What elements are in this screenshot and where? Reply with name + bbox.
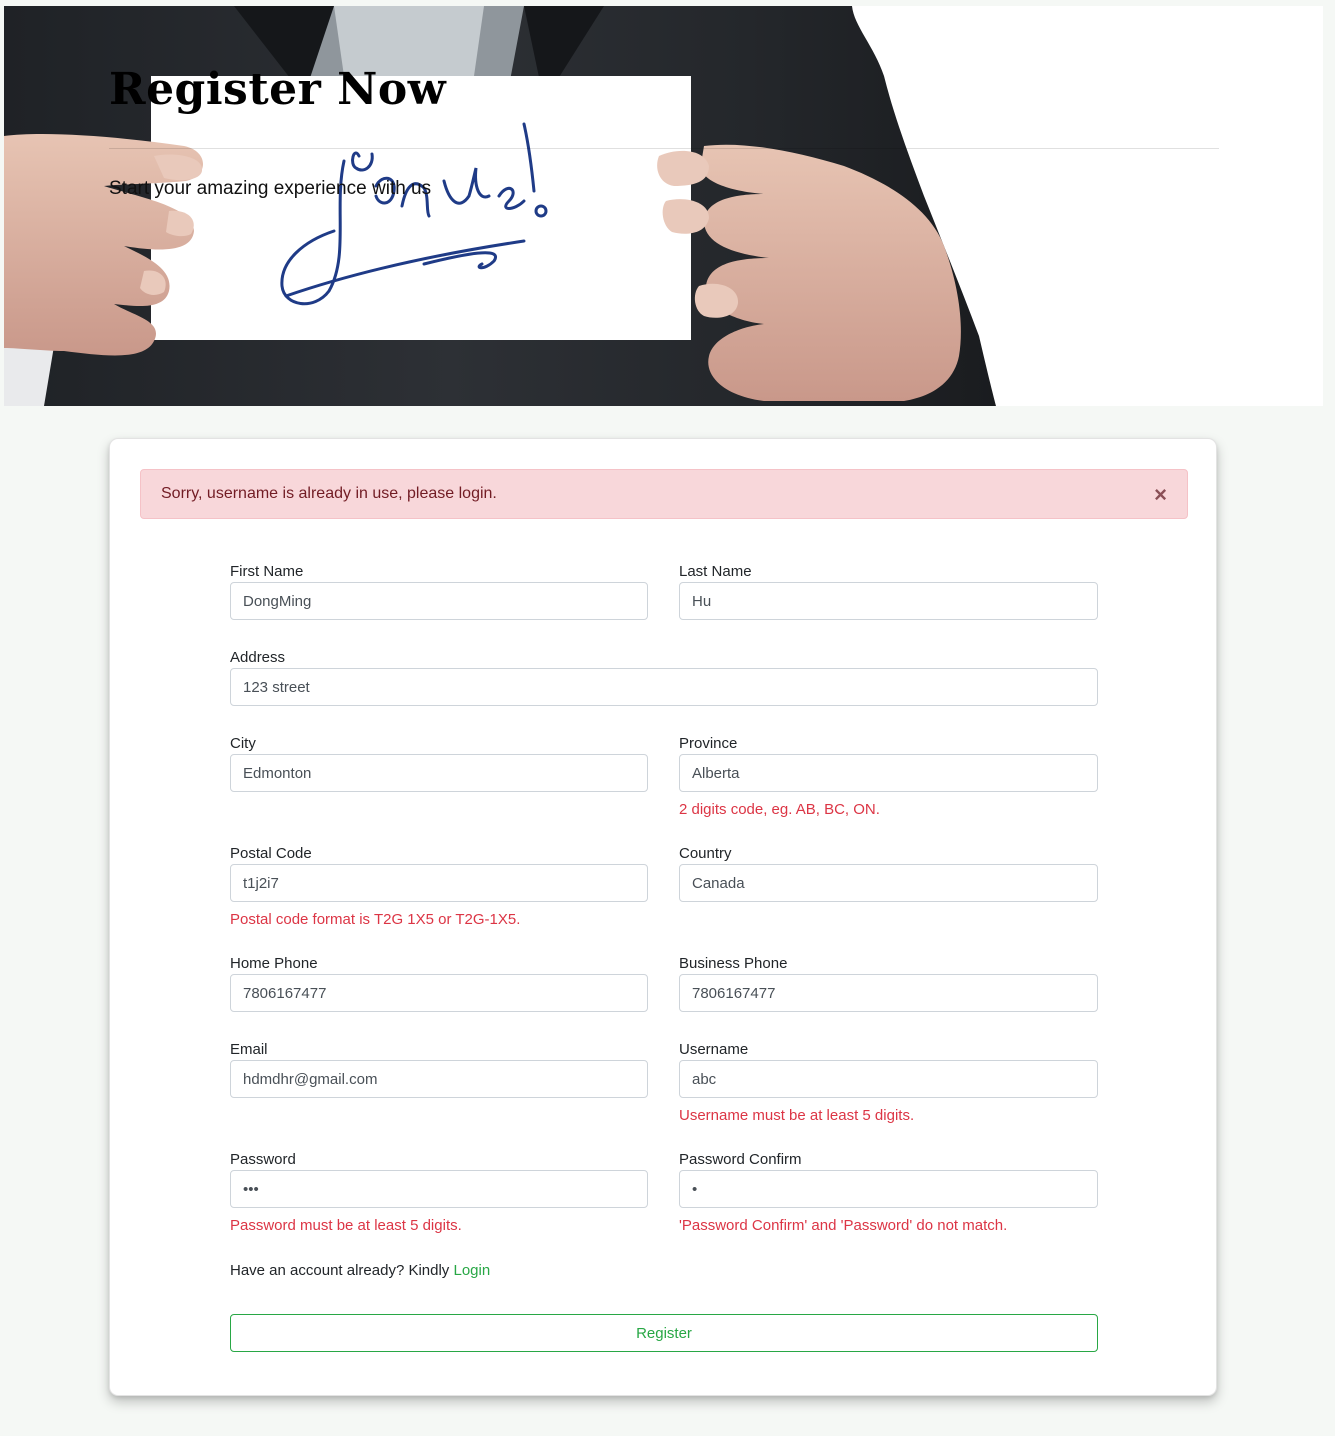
city-group: City xyxy=(230,734,648,792)
registration-card: Sorry, username is already in use, pleas… xyxy=(109,438,1217,1396)
business-phone-label: Business Phone xyxy=(679,955,788,972)
password-group: Password Password must be at least 5 dig… xyxy=(230,1150,648,1234)
password-input[interactable] xyxy=(230,1170,648,1208)
postal-code-label: Postal Code xyxy=(230,845,312,862)
password-confirm-input[interactable] xyxy=(679,1170,1098,1208)
address-group: Address xyxy=(230,648,1098,706)
business-phone-group: Business Phone xyxy=(679,954,1098,1012)
login-link[interactable]: Login xyxy=(453,1262,490,1279)
city-label: City xyxy=(230,735,256,752)
home-phone-input[interactable] xyxy=(230,974,648,1012)
register-button[interactable]: Register xyxy=(230,1314,1098,1352)
email-group: Email xyxy=(230,1040,648,1098)
password-confirm-label: Password Confirm xyxy=(679,1151,802,1168)
province-group: Province 2 digits code, eg. AB, BC, ON. xyxy=(679,734,1098,818)
alert-close-button[interactable]: × xyxy=(1154,470,1167,518)
error-alert: Sorry, username is already in use, pleas… xyxy=(140,469,1188,519)
province-input[interactable] xyxy=(679,754,1098,792)
username-input[interactable] xyxy=(679,1060,1098,1098)
login-prompt: Have an account already? Kindly Login xyxy=(230,1261,490,1281)
city-input[interactable] xyxy=(230,754,648,792)
username-label: Username xyxy=(679,1041,749,1058)
postal-code-error: Postal code format is T2G 1X5 or T2G-1X5… xyxy=(230,911,521,928)
country-group: Country xyxy=(679,844,1098,902)
password-confirm-error: 'Password Confirm' and 'Password' do not… xyxy=(679,1217,1008,1234)
country-input[interactable] xyxy=(679,864,1098,902)
home-phone-group: Home Phone xyxy=(230,954,648,1012)
province-label: Province xyxy=(679,735,738,752)
first-name-label: First Name xyxy=(230,563,304,580)
username-error: Username must be at least 5 digits. xyxy=(679,1107,915,1124)
username-group: Username Username must be at least 5 dig… xyxy=(679,1040,1098,1124)
registration-page: Register Now Start your amazing experien… xyxy=(0,0,1335,1436)
last-name-input[interactable] xyxy=(679,582,1098,620)
first-name-group: First Name xyxy=(230,562,648,620)
address-input[interactable] xyxy=(230,668,1098,706)
hero-banner: Register Now Start your amazing experien… xyxy=(4,6,1323,406)
alert-message: Sorry, username is already in use, pleas… xyxy=(161,485,497,502)
business-phone-input[interactable] xyxy=(679,974,1098,1012)
login-prompt-text: Have an account already? Kindly xyxy=(230,1262,454,1279)
postal-code-input[interactable] xyxy=(230,864,648,902)
password-label: Password xyxy=(230,1151,296,1168)
password-error: Password must be at least 5 digits. xyxy=(230,1217,462,1234)
last-name-label: Last Name xyxy=(679,563,752,580)
last-name-group: Last Name xyxy=(679,562,1098,620)
password-confirm-group: Password Confirm 'Password Confirm' and … xyxy=(679,1150,1098,1234)
page-title: Register Now xyxy=(109,64,447,115)
hero-subtitle: Start your amazing experience with us xyxy=(109,178,432,199)
email-input[interactable] xyxy=(230,1060,648,1098)
hero-divider xyxy=(109,148,1219,149)
address-label: Address xyxy=(230,649,286,666)
hero-text-block: Register Now Start your amazing experien… xyxy=(109,6,1219,406)
country-label: Country xyxy=(679,845,732,862)
postal-code-group: Postal Code Postal code format is T2G 1X… xyxy=(230,844,648,928)
first-name-input[interactable] xyxy=(230,582,648,620)
home-phone-label: Home Phone xyxy=(230,955,318,972)
province-error: 2 digits code, eg. AB, BC, ON. xyxy=(679,801,880,818)
email-label: Email xyxy=(230,1041,268,1058)
